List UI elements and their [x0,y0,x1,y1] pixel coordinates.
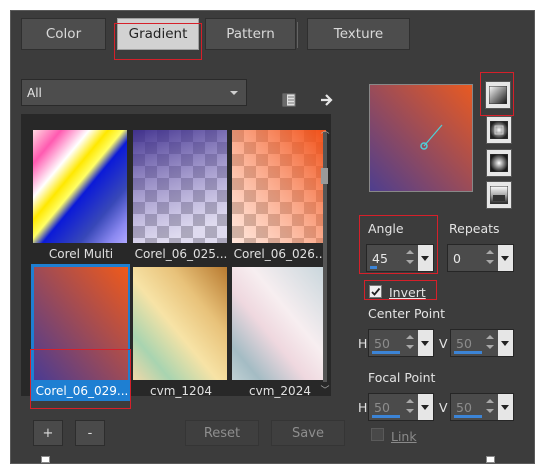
angle-label: Angle [368,221,404,236]
gradient-item-cvm-2024[interactable]: cvm_2024 [232,267,326,398]
orange-checker-gradient [232,130,326,243]
purple-checker-gradient [133,130,227,243]
scroll-thumb[interactable] [321,168,328,184]
sunburst-style-icon [490,154,508,172]
focal-point-label: Focal Point [368,370,436,385]
focal-v-label: V [439,400,448,415]
center-h-slider-bar [372,351,400,354]
gradient-name: Corel Multi [48,247,114,261]
repeats-spinbox[interactable]: 0 [447,244,514,272]
tab-color[interactable]: Color [21,18,106,50]
reset-button[interactable]: Reset [185,420,259,446]
gradient-name: Corel_06_026... [233,247,327,261]
chevron-down-icon [230,91,238,95]
dropdown-arrow-icon[interactable] [418,245,433,271]
tab-texture[interactable]: Texture [307,18,410,50]
gradient-name: cvm_1204 [150,384,212,398]
spin-arrows-icon[interactable] [405,332,415,354]
radial-style-icon [490,186,508,204]
center-v-slider-bar [454,351,482,354]
dropdown-arrow-icon[interactable] [498,245,513,271]
gradient-name: cvm_2024 [249,384,311,398]
gradient-item-corel-06-029[interactable]: Corel_06_029... [34,267,128,398]
gradient-preview-canvas [370,85,472,191]
gradient-item-cvm-1204[interactable]: cvm_1204 [133,267,227,398]
radial-style-button[interactable] [486,181,512,209]
focal-h-spinbox[interactable]: 50 [368,393,434,421]
gradient-item-corel-06-025[interactable]: Corel_06_025... [133,130,227,261]
invert-label[interactable]: Invert [389,285,426,300]
invert-checkbox[interactable] [369,285,382,298]
angle-slider-bar [370,266,377,269]
linear-style-button[interactable] [485,81,511,109]
arrow-right-icon[interactable] [317,90,337,110]
focal-h-slider-bar [372,415,400,418]
angle-spinbox[interactable]: 45 [366,244,434,272]
gradient-item-corel-06-026[interactable]: Corel_06_026... [232,130,326,261]
gradient-item-corel-multi[interactable]: Corel Multi [33,130,127,261]
resize-grip-icon [41,456,50,463]
center-v-value: 50 [456,336,472,351]
focal-v-spinbox[interactable]: 50 [450,393,514,421]
pink-silver-gradient [232,267,326,380]
resize-grip-icon [486,456,495,463]
orange-purple-gradient [34,267,128,380]
linear-style-icon [489,86,507,104]
sunburst-style-button[interactable] [486,149,512,177]
angle-value: 45 [372,251,388,266]
link-label[interactable]: Link [391,429,417,444]
center-h-spinbox[interactable]: 50 [368,329,434,357]
center-point-label: Center Point [368,306,446,321]
spin-arrows-icon[interactable] [405,247,415,269]
tab-pattern[interactable]: Pattern [205,18,296,50]
corel-multi-gradient [33,130,127,243]
dropdown-arrow-icon[interactable] [498,394,513,420]
dropdown-arrow-icon[interactable] [418,330,433,356]
scroll-down-icon[interactable]: ﹀ [320,386,330,396]
focal-v-slider-bar [454,415,482,418]
center-h-value: 50 [374,336,390,351]
add-gradient-button[interactable]: + [33,420,63,446]
checkmark-icon [371,287,381,296]
center-h-label: H [358,336,368,351]
gradient-name: Corel_06_025... [134,247,228,261]
focal-v-value: 50 [456,400,472,415]
link-checkbox[interactable] [371,428,384,441]
rectangular-style-icon [490,121,508,139]
tab-gradient[interactable]: Gradient [117,18,199,50]
center-v-label: V [439,336,448,351]
gradient-list-scrollbar[interactable]: ︿ ﹀ [319,118,331,396]
category-dropdown-value: All [27,85,42,100]
gradient-name: Corel_06_029... [35,384,129,398]
focal-h-value: 50 [374,400,390,415]
rectangular-style-button[interactable] [486,116,512,144]
gold-mint-gradient [133,267,227,380]
repeats-value: 0 [453,251,461,266]
gradient-preview[interactable] [369,84,473,192]
dropdown-arrow-icon[interactable] [498,330,513,356]
spin-arrows-icon[interactable] [405,396,415,418]
dropdown-arrow-icon[interactable] [418,394,433,420]
tab-separator [297,22,298,48]
category-dropdown[interactable]: All [21,79,247,106]
spin-arrows-icon[interactable] [485,247,495,269]
focal-h-label: H [358,400,368,415]
spin-arrows-icon[interactable] [485,332,495,354]
center-v-spinbox[interactable]: 50 [450,329,514,357]
remove-gradient-button[interactable]: - [75,420,105,446]
save-button[interactable]: Save [271,420,345,446]
spin-arrows-icon[interactable] [485,396,495,418]
resource-manager-icon[interactable] [279,90,299,110]
repeats-label: Repeats [449,221,500,236]
